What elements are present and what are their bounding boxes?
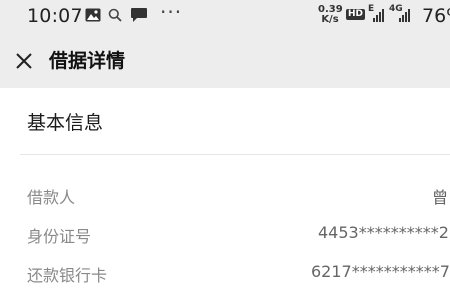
signal-icon [373,9,384,22]
row-label: 还款银行卡 [27,266,108,285]
divider [20,154,450,155]
basic-info-card: 基本信息 借款人 曾 身份证号 4453**********21 还款银行卡 6… [0,88,450,300]
row-value: 6217***********78 [311,262,450,281]
row-label: 借款人 [27,188,76,207]
network-speed-unit: K/s [321,14,339,25]
signal-icon [399,9,410,22]
row-value: 曾 [432,188,449,207]
row-borrower: 借款人 曾 [0,184,450,214]
hd-badge: HD [346,9,366,20]
close-icon[interactable] [14,51,34,71]
row-id-number: 身份证号 4453**********21 [0,223,450,253]
row-label: 身份证号 [27,227,92,246]
status-time: 10:07 [27,5,83,27]
page-title: 借据详情 [49,50,126,72]
row-value: 4453**********21 [318,223,450,242]
status-bar: 10:07 ··· 0.39 K/s HD E 4G 76% [0,0,450,34]
battery-level: 76% [422,5,450,27]
title-bar: 借据详情 [0,34,450,88]
more-notifications-icon: ··· [160,0,183,24]
chat-icon [131,8,147,22]
row-bank-card: 还款银行卡 6217***********78 [0,262,450,292]
section-title: 基本信息 [27,112,104,134]
network-speed: 0.39 K/s [318,5,343,25]
gallery-icon [85,8,101,22]
search-icon [108,8,122,22]
